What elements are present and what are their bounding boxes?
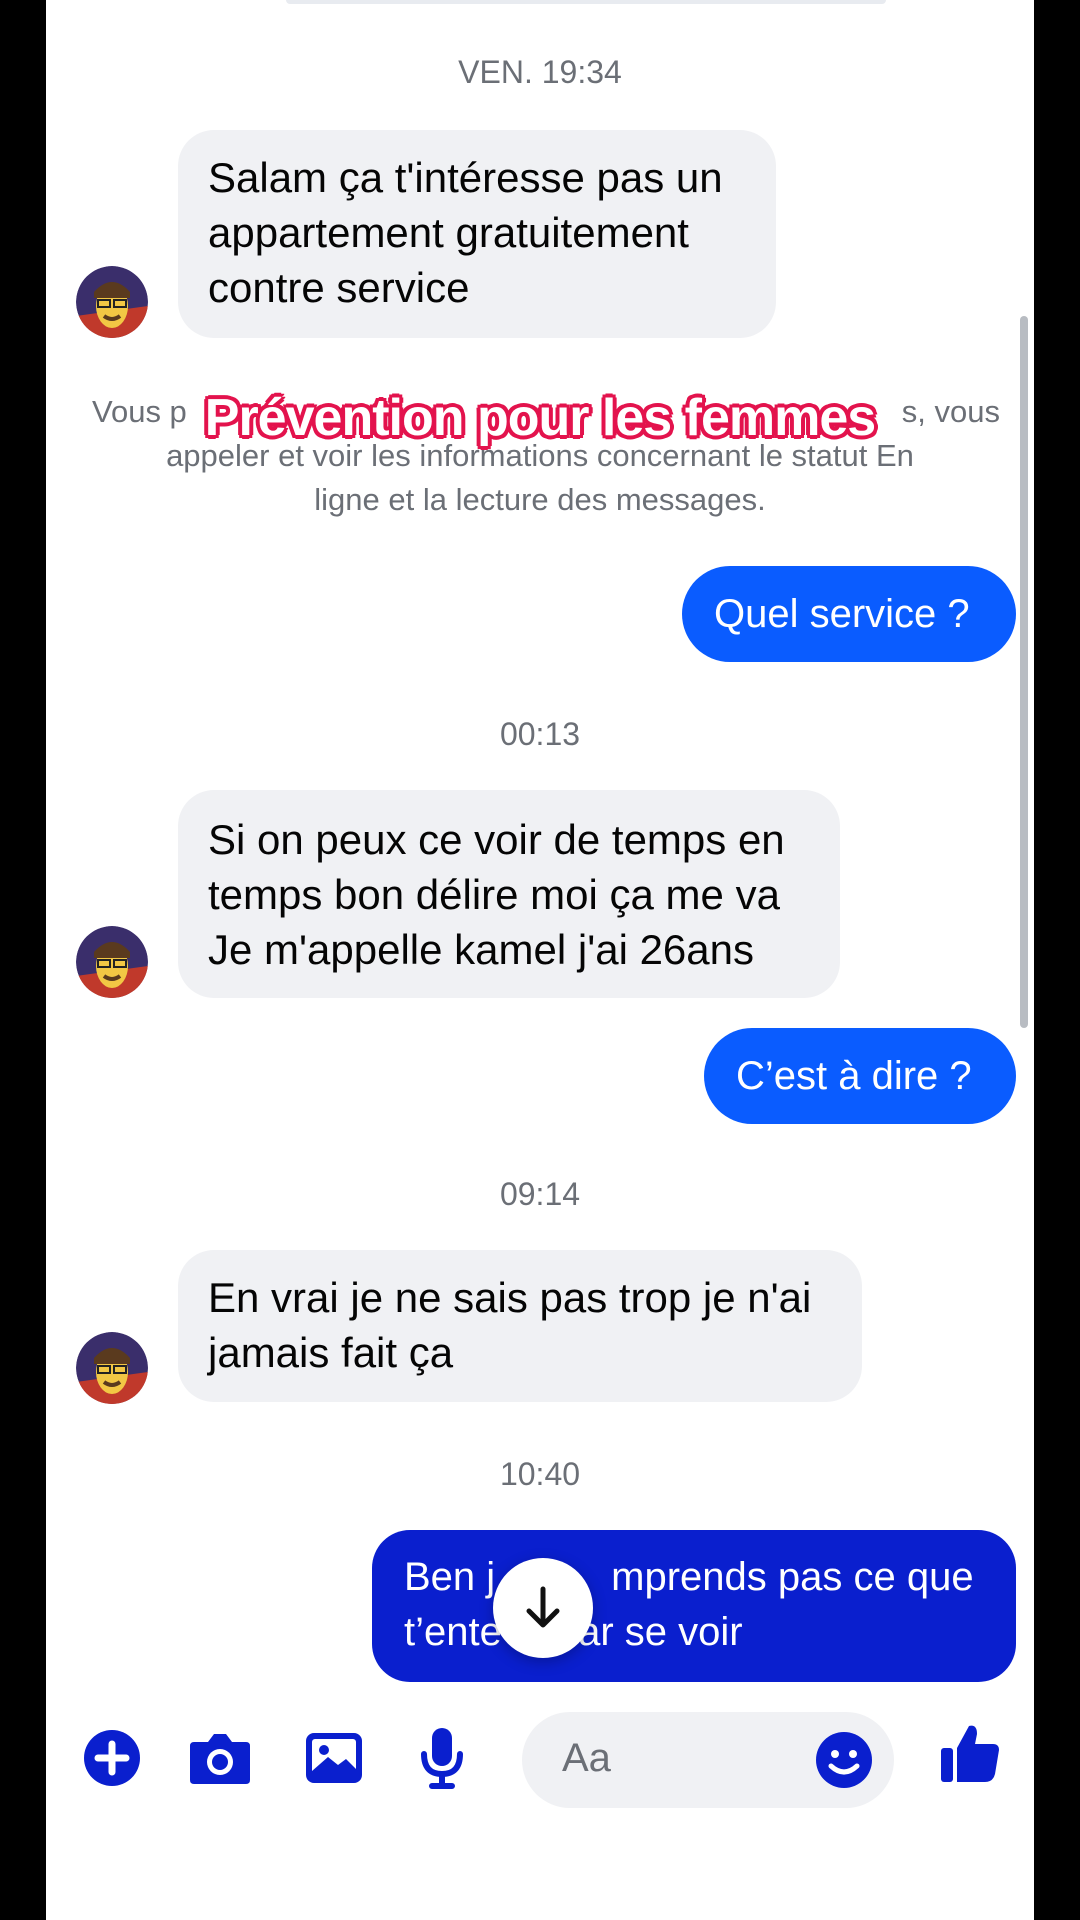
timestamp: VEN. 19:34 [458,54,622,90]
plus-button[interactable] [80,1726,144,1790]
thumbs-up-icon [941,1725,999,1782]
message-line: En vrai je ne sais pas trop je n'ai [208,1274,812,1321]
overlay-caption: Prévention pour les femmes [204,389,876,447]
message-line: Si on peux ce voir de temps en [208,816,785,863]
image-icon [306,1733,362,1783]
avatar-image [76,926,148,998]
microphone-icon [421,1728,463,1789]
message-bubble-outgoing[interactable]: Ben j mprends pas ce que t’ente par se v… [372,1530,1016,1682]
emoji-icon [816,1732,872,1788]
contact-avatar[interactable] [76,266,148,338]
header-edge [286,0,886,4]
chat-screen: VEN. 19:34 Salam ça t'intéresse pas un a… [46,0,1034,1920]
message-bubble-outgoing[interactable]: Quel service ? [682,566,1016,662]
message-line: mprends pas ce que [611,1555,974,1599]
camera-icon [190,1734,250,1784]
message-input-placeholder: Aa [562,1736,611,1780]
message-bubble-incoming[interactable]: Si on peux ce voir de temps en temps bon… [178,790,840,998]
message-input[interactable]: Aa [522,1712,894,1808]
message-line: t’ente [404,1610,502,1654]
message-line: C’est à dire ? [736,1053,972,1098]
avatar-image [76,1332,148,1404]
message-line: Je m'appelle kamel j'ai 26ans [208,926,754,973]
message-line: temps bon délire moi ça me va [208,871,780,918]
message-composer: Aa [46,1708,1034,1818]
contact-avatar[interactable] [76,1332,148,1404]
contact-avatar[interactable] [76,926,148,998]
scroll-to-bottom-button[interactable] [493,1558,593,1658]
plus-circle-icon [84,1730,140,1786]
timestamp: 10:40 [499,1456,581,1492]
scrollbar[interactable] [1020,316,1028,1028]
message-line: contre service [208,264,470,311]
notice-text: ligne et la lecture des messages. [314,482,766,517]
gallery-button[interactable] [302,1726,366,1790]
like-button[interactable] [938,1722,1002,1786]
message-line: Ben j [404,1555,496,1599]
arrow-down-icon [526,1586,560,1628]
message-bubble-incoming[interactable]: En vrai je ne sais pas trop je n'ai jama… [178,1250,862,1402]
timestamp: 00:13 [499,716,581,752]
avatar-image [76,266,148,338]
message-bubble-incoming[interactable]: Salam ça t'intéresse pas un appartement … [178,130,776,338]
timestamp: 09:14 [499,1176,581,1212]
emoji-button[interactable] [814,1730,874,1795]
message-line: Salam ça t'intéresse pas un [208,154,723,201]
camera-button[interactable] [188,1726,252,1790]
message-bubble-outgoing[interactable]: C’est à dire ? [704,1028,1016,1124]
microphone-button[interactable] [410,1726,474,1790]
message-line: Quel service ? [714,591,970,636]
message-line: jamais fait ça [208,1329,454,1376]
message-line: appartement gratuitement [208,209,689,256]
